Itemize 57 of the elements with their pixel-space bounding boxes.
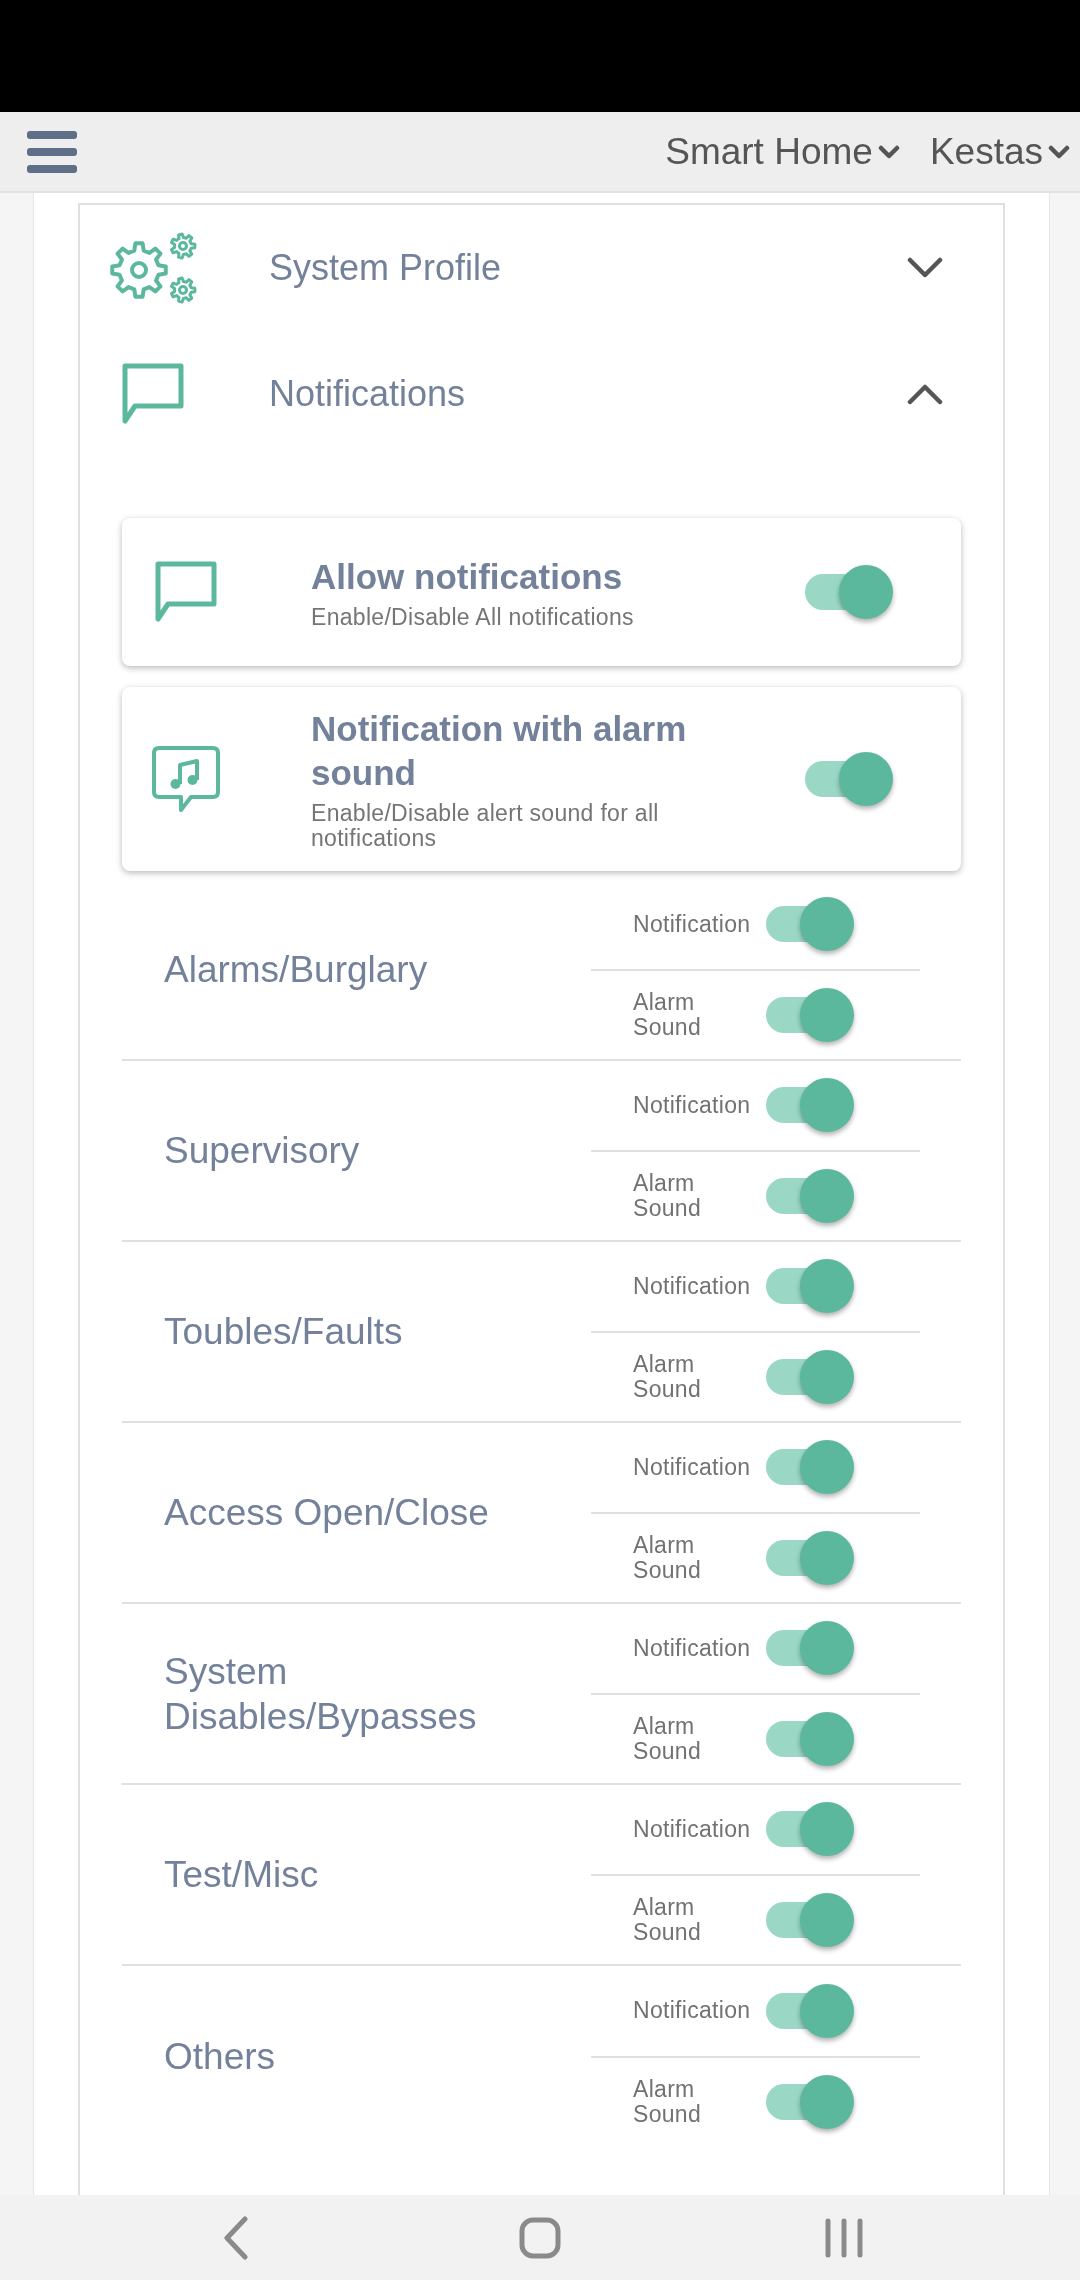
category-label: Toubles/Faults [164,1310,403,1354]
setting-title: Allow notifications [311,555,623,598]
recent-apps-icon[interactable] [824,2217,864,2258]
caret-icon [877,144,900,159]
toggle-label: Alarm Sound [633,1713,701,1764]
chat-bubble-icon [155,561,217,623]
category-label: Others [164,2035,276,2079]
home-selector[interactable]: Smart Home [665,130,900,173]
toggle-label: Notification [633,911,751,937]
toggle-switch[interactable] [766,1349,854,1404]
section-title[interactable]: System Profile [269,247,502,289]
toggle-switch[interactable] [766,1802,854,1857]
toggle-label: Alarm Sound [633,1532,701,1583]
toggle-switch[interactable] [766,2075,854,2130]
menu-icon[interactable] [27,130,77,173]
category-label: Access Open/Close [164,1491,489,1535]
back-icon[interactable] [223,2215,249,2260]
toggle-switch[interactable] [766,1530,854,1585]
gears-icon [109,232,197,304]
toggle-switch[interactable] [766,1168,854,1223]
chat-bubble-icon [122,363,184,425]
toggle-label: Notification [633,1454,751,1480]
section-title[interactable]: Notifications [269,373,466,415]
toggle-label: Alarm Sound [633,1351,701,1402]
caret-icon [1048,144,1070,159]
user-selector[interactable]: Kestas [929,130,1070,173]
toggle-label: Notification [633,1816,751,1842]
toggle-label: Notification [633,1092,751,1118]
toggle-switch[interactable] [766,987,854,1042]
toggle-label: Notification [633,1998,751,2024]
toggle-label: Alarm Sound [633,1170,701,1221]
toggle-switch[interactable] [766,1983,854,2038]
toggle-switch[interactable] [766,1892,854,1947]
toggle-switch[interactable] [766,1078,854,1133]
setting-description: Enable/Disable alert sound for all notifications [311,801,660,851]
music-chat-icon [151,745,221,813]
home-icon[interactable] [519,2216,561,2259]
toggle-label: Alarm Sound [633,2077,701,2128]
toggle-switch[interactable] [766,1711,854,1766]
chevron-up-icon[interactable] [907,383,943,405]
toggle-switch[interactable] [766,1621,854,1676]
toggle-label: Alarm Sound [633,989,701,1040]
toggle-label: Notification [633,1635,751,1661]
toggle-switch[interactable] [766,1440,854,1495]
toggle-switch[interactable] [766,1259,854,1314]
category-label: Supervisory [164,1129,360,1173]
category-label: System Disables/Bypasses [164,1649,478,1739]
toggle-label: Notification [633,1273,751,1299]
toggle-label: Alarm Sound [633,1894,701,1945]
toggle-switch[interactable] [805,752,893,806]
toggle-switch[interactable] [805,565,893,619]
toggle-switch[interactable] [766,897,854,952]
chevron-down-icon[interactable] [907,257,943,279]
category-label: Alarms/Burglary [164,948,428,992]
setting-title: Notification with alarm sound [311,708,688,794]
category-label: Test/Misc [164,1853,319,1897]
setting-description: Enable/Disable All notifications [311,604,634,630]
